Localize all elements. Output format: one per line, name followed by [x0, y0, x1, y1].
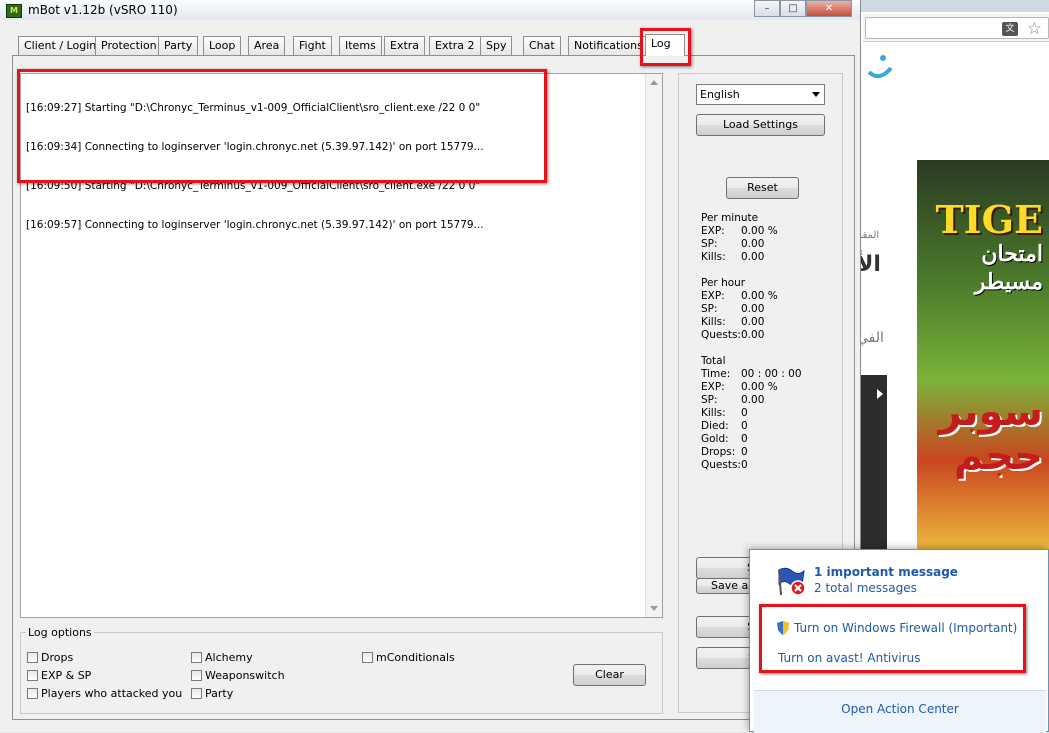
stat-row: Quests:0.00	[701, 329, 765, 341]
stat-row: EXP: 0.00 %	[701, 225, 778, 237]
log-lines: [16:09:27] Starting "D:\Chronyc_Terminus…	[26, 76, 484, 258]
carousel-arrow-icon[interactable]	[877, 389, 883, 399]
tab-chat[interactable]: Chat	[523, 36, 561, 55]
language-value: English	[700, 88, 740, 101]
mbot-window: M mBot v1.12b (vSRO 110) – □ ✕ Client / …	[0, 0, 861, 732]
tab-protection[interactable]: Protection	[95, 36, 163, 55]
checkbox-label: Players who attacked you	[41, 687, 183, 700]
action-center-popup: 1 important message 2 total messages Tur…	[749, 549, 1049, 733]
log-options-group: Log options	[20, 626, 663, 714]
mconditionals-checkbox[interactable]: mConditionals	[362, 651, 455, 665]
tab-loop[interactable]: Loop	[203, 36, 242, 55]
chevron-down-icon[interactable]	[812, 92, 820, 97]
log-line: [16:09:27] Starting "D:\Chronyc_Terminus…	[26, 102, 481, 114]
language-select[interactable]: English	[696, 84, 825, 105]
tab-extra-2[interactable]: Extra 2	[429, 36, 481, 55]
avast-antivirus-link[interactable]: Turn on avast! Antivirus	[778, 651, 921, 665]
per-hour-stats: Per hour EXP: 0.00 % SP: 0.00 Kills: 0.00 Q…	[701, 277, 778, 342]
party-checkbox[interactable]: Party	[191, 687, 233, 701]
stat-row: EXP: 0.00 %	[701, 381, 778, 393]
stat-row: Drops: 0	[701, 446, 748, 458]
stat-row: EXP: 0.00 %	[701, 290, 778, 302]
stat-row: Died: 0	[701, 420, 748, 432]
side-text-3: الفي	[857, 330, 884, 346]
stat-row: Kills: 0.00	[701, 251, 765, 263]
log-options-legend: Log options	[26, 626, 94, 639]
per-minute-stats: Per minute EXP: 0.00 % SP: 0.00 Kills: 0.00	[701, 212, 778, 264]
drops-checkbox[interactable]: Drops	[27, 651, 73, 665]
tab-items[interactable]: Items	[339, 36, 382, 55]
checkbox-box[interactable]	[362, 652, 373, 663]
tab-extra[interactable]: Extra	[384, 36, 426, 55]
action-center-flag-icon	[778, 567, 806, 596]
stat-row: Kills: 0	[701, 407, 748, 419]
tab-notifications[interactable]: Notifications	[568, 36, 649, 55]
checkbox-box[interactable]	[191, 652, 202, 663]
stat-row: Gold: 0	[701, 433, 748, 445]
tab-fight[interactable]: Fight	[293, 36, 332, 55]
total-stats: Total Time: 00 : 00 : 00 EXP: 0.00 % SP: 0.…	[701, 355, 802, 472]
tab-client-login[interactable]: Client / Login	[18, 36, 103, 55]
browser-omnibox-bar: 文 ☆	[863, 14, 1049, 42]
checkbox-label: mConditionals	[376, 651, 455, 664]
total-messages-link[interactable]: 2 total messages	[814, 581, 917, 595]
open-action-center-link[interactable]: Open Action Center	[754, 690, 1046, 733]
log-line: [16:09:57] Connecting to loginserver 'lo…	[26, 219, 484, 231]
log-line: [16:09:50] Starting "D:\Chronyc_Terminus…	[26, 180, 481, 192]
alchemy-checkbox[interactable]: Alchemy	[191, 651, 253, 665]
checkbox-label: Party	[205, 687, 234, 700]
title-bar[interactable]: M mBot v1.12b (vSRO 110) – □ ✕	[0, 0, 860, 20]
shield-icon	[777, 621, 789, 635]
checkbox-box[interactable]	[27, 688, 38, 699]
log-textbox[interactable]: [16:09:27] Starting "D:\Chronyc_Terminus…	[20, 73, 663, 618]
ad-headline: TIGE امتحان مسيطر	[935, 197, 1043, 296]
advertisement-banner[interactable]: TIGE امتحان مسيطر سوبر حجم	[917, 160, 1049, 560]
stat-row: SP: 0.00	[701, 394, 765, 406]
weaponswitch-checkbox[interactable]: Weaponswitch	[191, 669, 285, 683]
checkbox-box[interactable]	[191, 670, 202, 681]
close-button[interactable]: ✕	[806, 0, 852, 17]
total-header: Total	[701, 355, 726, 367]
browser-top-strip	[855, 0, 1049, 12]
address-bar[interactable]: 文 ☆	[865, 17, 1049, 39]
minimize-button[interactable]: –	[754, 0, 780, 17]
checkbox-box[interactable]	[27, 652, 38, 663]
players-attacked-checkbox[interactable]: Players who attacked you	[27, 687, 182, 701]
per-hour-header: Per hour	[701, 277, 746, 289]
app-icon: M	[6, 4, 22, 18]
important-message-link[interactable]: 1 important message	[814, 565, 958, 579]
stat-row: Time: 00 : 00 : 00	[701, 368, 802, 380]
checkbox-label: Weaponswitch	[205, 669, 285, 682]
windows-firewall-link[interactable]: Turn on Windows Firewall (Important)	[794, 621, 1017, 635]
checkbox-label: EXP & SP	[41, 669, 92, 682]
tab-party[interactable]: Party	[158, 36, 199, 55]
bookmark-star-icon[interactable]: ☆	[1027, 19, 1042, 39]
checkbox-box[interactable]	[27, 670, 38, 681]
reset-button[interactable]: Reset	[726, 177, 799, 199]
log-line: [16:09:34] Connecting to loginserver 'lo…	[26, 141, 484, 153]
exp-sp-checkbox[interactable]: EXP & SP	[27, 669, 91, 683]
per-minute-header: Per minute	[701, 212, 759, 224]
clear-button[interactable]: Clear	[573, 664, 646, 686]
scroll-up-icon[interactable]	[650, 80, 658, 85]
translate-icon[interactable]: 文	[1002, 22, 1018, 36]
scroll-down-icon[interactable]	[650, 606, 658, 611]
checkbox-label: Alchemy	[205, 651, 253, 664]
tab-spy[interactable]: Spy	[480, 36, 513, 55]
tab-log[interactable]: Log	[645, 34, 685, 56]
site-logo-icon	[867, 55, 893, 79]
maximize-button[interactable]: □	[780, 0, 806, 17]
window-title: mBot v1.12b (vSRO 110)	[28, 3, 178, 17]
tab-area[interactable]: Area	[248, 36, 286, 55]
load-settings-button[interactable]: Load Settings	[696, 114, 825, 136]
stat-row: Kills: 0.00	[701, 316, 765, 328]
stat-row: SP: 0.00	[701, 238, 765, 250]
stat-row: Quests:0	[701, 459, 748, 471]
ad-subheadline: سوبر حجم	[938, 389, 1043, 479]
checkbox-box[interactable]	[191, 688, 202, 699]
stat-row: SP: 0.00	[701, 303, 765, 315]
checkbox-label: Drops	[41, 651, 74, 664]
log-scrollbar[interactable]	[645, 74, 662, 617]
